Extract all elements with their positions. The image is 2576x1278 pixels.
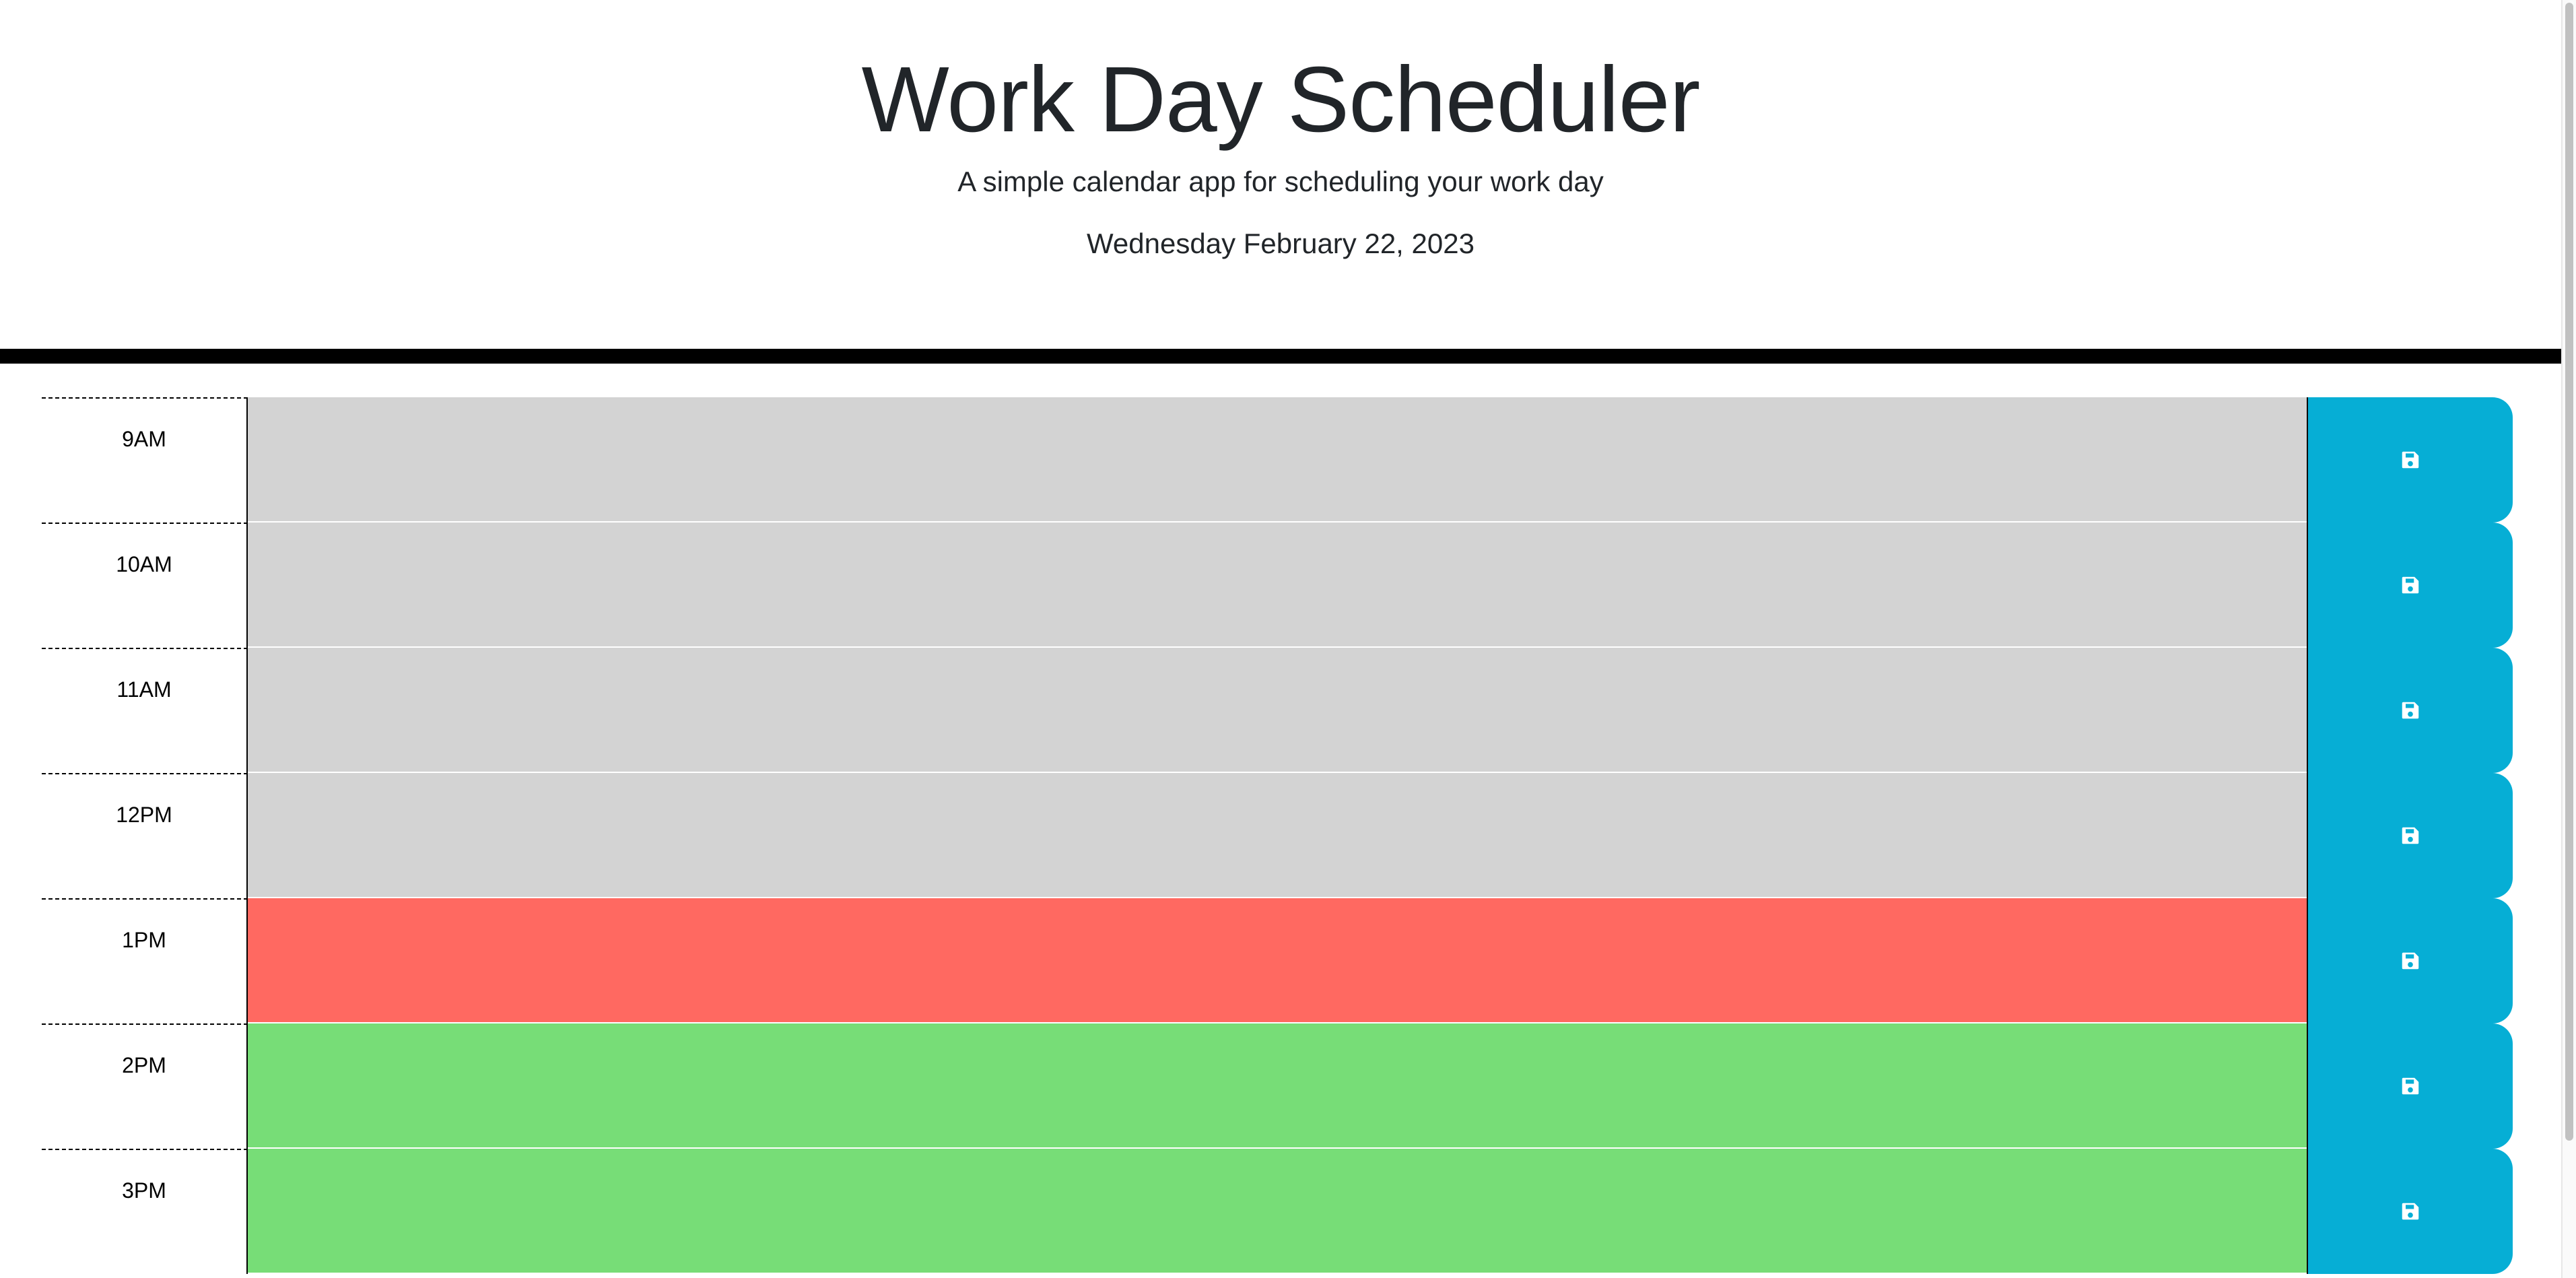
description-input[interactable] bbox=[248, 523, 2307, 648]
description-input[interactable] bbox=[248, 1149, 2307, 1274]
time-block-9am: 9AM bbox=[42, 397, 2513, 523]
page-header: Work Day Scheduler A simple calendar app… bbox=[0, 0, 2561, 364]
hour-label: 12PM bbox=[42, 773, 248, 898]
save-button[interactable] bbox=[2307, 397, 2513, 523]
hour-label: 9AM bbox=[42, 397, 248, 523]
floppy-disk-icon bbox=[2401, 1202, 2420, 1221]
hour-label: 1PM bbox=[42, 898, 248, 1023]
save-button[interactable] bbox=[2307, 1023, 2513, 1149]
save-button[interactable] bbox=[2307, 648, 2513, 773]
floppy-disk-icon bbox=[2401, 951, 2420, 970]
hour-label: 2PM bbox=[42, 1023, 248, 1149]
hour-label: 11AM bbox=[42, 648, 248, 773]
page-subtitle: A simple calendar app for scheduling you… bbox=[957, 166, 1604, 197]
floppy-disk-icon bbox=[2401, 826, 2420, 845]
save-button[interactable] bbox=[2307, 1149, 2513, 1274]
description-input[interactable] bbox=[248, 397, 2307, 523]
floppy-disk-icon bbox=[2401, 1077, 2420, 1096]
description-input[interactable] bbox=[248, 1023, 2307, 1149]
page-scrollbar[interactable] bbox=[2561, 0, 2576, 1278]
current-day: Wednesday February 22, 2023 bbox=[1087, 228, 1475, 259]
time-block-1pm: 1PM bbox=[42, 898, 2513, 1023]
floppy-disk-icon bbox=[2401, 576, 2420, 595]
description-input[interactable] bbox=[248, 648, 2307, 773]
time-block-3pm: 3PM bbox=[42, 1149, 2513, 1274]
time-block-2pm: 2PM bbox=[42, 1023, 2513, 1149]
scrollbar-thumb[interactable] bbox=[2565, 3, 2573, 1141]
hour-label: 3PM bbox=[42, 1149, 248, 1274]
save-button[interactable] bbox=[2307, 523, 2513, 648]
floppy-disk-icon bbox=[2401, 701, 2420, 720]
time-block-10am: 10AM bbox=[42, 523, 2513, 648]
time-block-11am: 11AM bbox=[42, 648, 2513, 773]
description-input[interactable] bbox=[248, 898, 2307, 1023]
hour-label: 10AM bbox=[42, 523, 248, 648]
page-title: Work Day Scheduler bbox=[861, 48, 1701, 152]
time-blocks-container: 9AM 10AM 11AM 12PM 1PM 2PM 3PM bbox=[42, 397, 2513, 1274]
description-input[interactable] bbox=[248, 773, 2307, 898]
floppy-disk-icon bbox=[2401, 450, 2420, 469]
save-button[interactable] bbox=[2307, 773, 2513, 898]
time-block-12pm: 12PM bbox=[42, 773, 2513, 898]
save-button[interactable] bbox=[2307, 898, 2513, 1023]
